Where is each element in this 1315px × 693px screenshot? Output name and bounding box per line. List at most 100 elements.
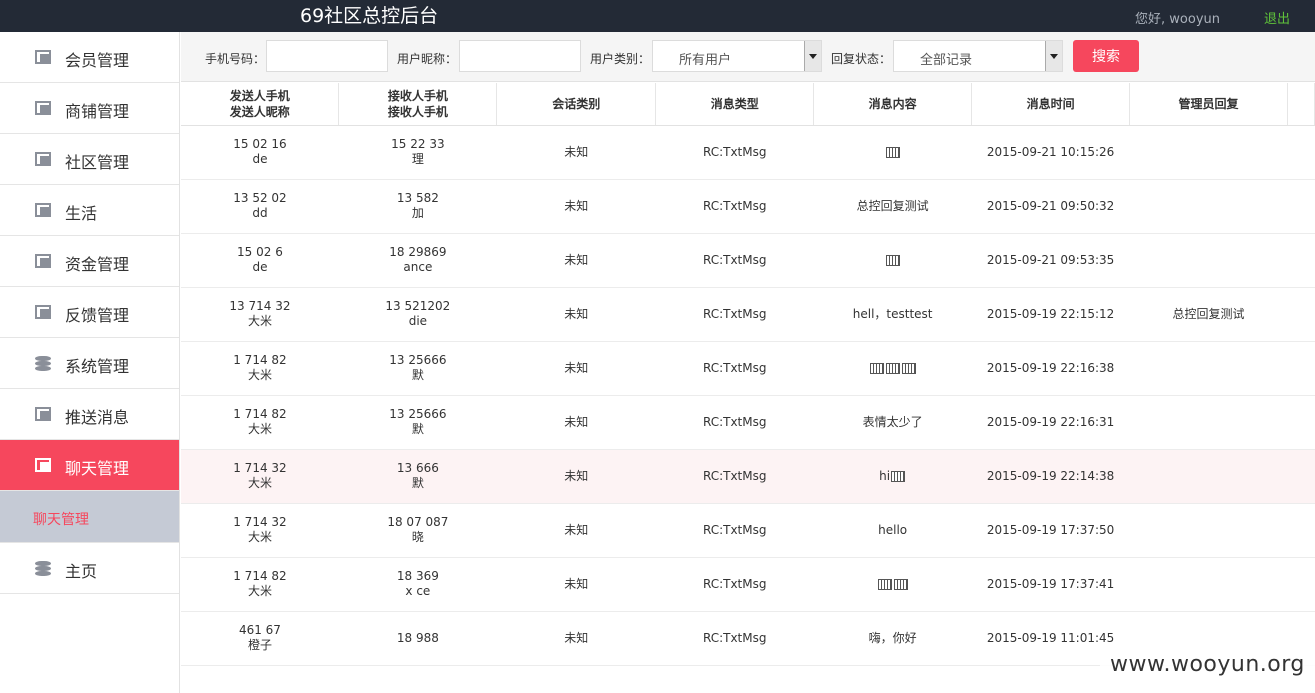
sidebar-item-3[interactable]: 生活: [0, 185, 179, 236]
msgtype-cell: RC:TxtMsg: [655, 233, 814, 288]
user-type-select[interactable]: 所有用户: [652, 40, 822, 72]
header-reply[interactable]: 管理员回复: [1129, 83, 1288, 126]
table-row[interactable]: 1 714 82 大米 13 25666 默未知 RC:TxtMsg 表情太少了 2015…: [181, 395, 1315, 450]
sender-phone: 461 67: [238, 623, 281, 637]
session-cell: 未知: [496, 341, 656, 396]
receiver-phone: 18 369: [396, 569, 439, 583]
window-icon: [35, 458, 51, 472]
nickname-input[interactable]: [459, 40, 581, 72]
sender-cell: 1 714 82 大米: [181, 557, 339, 612]
msgtype-cell: RC:TxtMsg: [655, 287, 814, 342]
receiver-cell: 13 582 加: [338, 179, 497, 234]
unknown-glyph-icon: [885, 146, 900, 158]
sidebar-item-label: 聊天管理: [65, 459, 130, 478]
reply-status-value: 全部记录: [920, 53, 973, 68]
header-session[interactable]: 会话类别: [496, 83, 657, 126]
table-row[interactable]: 1 714 32 大米 13 666 默未知 RC:TxtMsg hi 2015-09-1…: [181, 449, 1315, 504]
session-type: 未知: [564, 468, 589, 483]
table-row[interactable]: 15 02 16 de 15 22 33 理未知 RC:TxtMsg 2015-09-…: [181, 125, 1315, 180]
session-type: 未知: [564, 522, 589, 537]
header-sender[interactable]: 发送人手机 发送人昵称: [181, 83, 340, 126]
receiver-phone: 15 22 33: [391, 137, 445, 151]
reply-status-label: 回复状态：: [831, 52, 892, 66]
msgtype-cell: RC:TxtMsg: [655, 179, 814, 234]
content-cell: 总控回复测试: [813, 179, 972, 234]
receiver-nickname: 晓: [411, 530, 424, 544]
session-cell: 未知: [496, 125, 656, 180]
content-cell: hi: [813, 449, 972, 504]
sidebar-item-label: 会员管理: [65, 51, 130, 70]
session-cell: 未知: [496, 557, 656, 612]
extra-cell: [1287, 503, 1315, 558]
reply-cell: 总控回复测试: [1129, 287, 1288, 342]
sidebar-item-2[interactable]: 社区管理: [0, 134, 179, 185]
sender-phone: 13 714 32: [229, 299, 291, 313]
sidebar-subitem-chat[interactable]: 聊天管理: [0, 491, 179, 543]
message-type: RC:TxtMsg: [702, 306, 767, 321]
header-receiver[interactable]: 接收人手机 接收人手机: [338, 83, 498, 126]
table-row[interactable]: 1 714 82 大米 13 25666 默未知 RC:TxtMsg 2015-09-1…: [181, 341, 1315, 396]
logout-link[interactable]: 退出: [1264, 8, 1290, 27]
sidebar-item-5[interactable]: 反馈管理: [0, 287, 179, 338]
chevron-down-icon[interactable]: [1045, 41, 1062, 71]
content-cell: [813, 341, 972, 396]
sender-phone: 1 714 82: [233, 407, 287, 421]
time-cell: 2015-09-21 10:15:26: [971, 125, 1130, 180]
receiver-phone: 13 666: [396, 461, 439, 475]
header-content[interactable]: 消息内容: [813, 83, 973, 126]
database-icon: [35, 561, 51, 576]
sidebar-item-1[interactable]: 商铺管理: [0, 83, 179, 134]
phone-label: 手机号码：: [205, 52, 266, 66]
sender-nickname: 大米: [247, 314, 272, 328]
reply-cell: [1129, 395, 1288, 450]
message-time: 2015-09-19 17:37:41: [986, 576, 1115, 591]
table-row[interactable]: 1 714 82 大米 18 369 x ce 未知 RC:TxtMsg 2015-09-1…: [181, 557, 1315, 612]
database-icon: [35, 356, 51, 371]
sidebar-item-label: 商铺管理: [65, 102, 130, 121]
receiver-cell: 18 988: [338, 611, 497, 666]
reply-status-select[interactable]: 全部记录: [893, 40, 1063, 72]
sender-phone: 1 714 32: [233, 515, 287, 529]
message-type: RC:TxtMsg: [702, 522, 767, 537]
chevron-down-icon[interactable]: [804, 41, 821, 71]
reply-cell: [1129, 503, 1288, 558]
header-receiver-phone: 接收人手机: [387, 88, 448, 103]
phone-input[interactable]: [266, 40, 388, 72]
table-row[interactable]: 13 714 32 大米 13 521202 die 未知 RC:TxtMsg hell，…: [181, 287, 1315, 342]
search-button[interactable]: 搜索: [1073, 40, 1139, 72]
msgtype-cell: RC:TxtMsg: [655, 503, 814, 558]
table-row[interactable]: 1 714 32 大米 18 07 087 晓未知 RC:TxtMsg hello 201…: [181, 503, 1315, 558]
sender-nickname: 大米: [247, 422, 272, 436]
sidebar-item-4[interactable]: 资金管理: [0, 236, 179, 287]
sidebar-item-7[interactable]: 推送消息: [0, 389, 179, 440]
sidebar-item-8[interactable]: 聊天管理: [0, 440, 179, 491]
header-extra: [1287, 83, 1315, 126]
header-sender-phone: 发送人手机: [229, 88, 290, 103]
content-cell: 嗨，你好: [813, 611, 972, 666]
session-type: 未知: [564, 414, 589, 429]
receiver-nickname: ance: [403, 260, 433, 274]
sidebar-item-0[interactable]: 会员管理: [0, 32, 179, 83]
time-cell: 2015-09-19 22:15:12: [971, 287, 1130, 342]
receiver-nickname: 默: [411, 476, 424, 490]
reply-cell: [1129, 557, 1288, 612]
sender-phone: 1 714 32: [233, 461, 287, 475]
msgtype-cell: RC:TxtMsg: [655, 341, 814, 396]
time-cell: 2015-09-19 22:16:31: [971, 395, 1130, 450]
table-row[interactable]: 13 52 02 dd 13 582 加未知 RC:TxtMsg 总控回复测试 2015…: [181, 179, 1315, 234]
session-type: 未知: [564, 252, 589, 267]
header-time[interactable]: 消息时间: [971, 83, 1131, 126]
receiver-phone: 18 07 087: [387, 515, 449, 529]
unknown-glyph-icon: [869, 362, 884, 374]
sidebar-item-6[interactable]: 系统管理: [0, 338, 179, 389]
message-time: 2015-09-21 10:15:26: [986, 144, 1115, 159]
receiver-cell: 18 29869 ance: [338, 233, 497, 288]
session-cell: 未知: [496, 395, 656, 450]
session-type: 未知: [564, 360, 589, 375]
sidebar-item-label: 反馈管理: [65, 306, 130, 325]
table-row[interactable]: 15 02 6 de 18 29869 ance 未知 RC:TxtMsg 2015-0…: [181, 233, 1315, 288]
time-cell: 2015-09-19 22:16:38: [971, 341, 1130, 396]
header-msgtype[interactable]: 消息类型: [655, 83, 815, 126]
sidebar-item-9[interactable]: 主页: [0, 543, 179, 594]
sender-phone: 1 714 82: [233, 353, 287, 367]
